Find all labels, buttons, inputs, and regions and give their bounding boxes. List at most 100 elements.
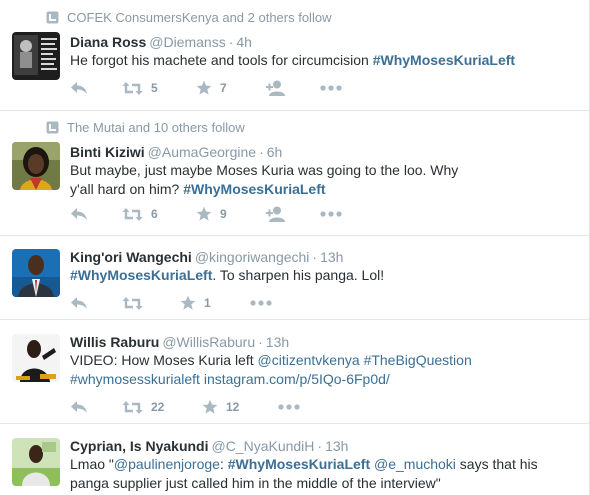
retweet-icon [122,207,143,221]
hashtag-link[interactable]: #WhyMosesKuriaLeft [228,456,370,472]
tweet-header: Cyprian, Is Nyakundi @C_NyaKundiH · 13h [70,437,348,455]
reply-button[interactable] [70,204,88,224]
more-button[interactable] [278,397,300,417]
separator: · [312,249,318,265]
avatar[interactable] [12,334,60,382]
tweet-header: King'ori Wangechi @kingoriwangechi · 13h [70,248,343,266]
star-icon [180,295,196,310]
tweet-header: Willis Raburu @WillisRaburu · 13h [70,333,289,351]
more-icon [250,300,272,306]
retweet-icon [122,81,143,95]
reply-button[interactable] [70,293,88,313]
separator: · [317,438,323,454]
avatar-image [12,334,60,382]
retweet-count: 22 [151,400,165,414]
separator: · [259,144,264,160]
fullname[interactable]: King'ori Wangechi [70,249,192,265]
favorite-count: 9 [220,207,227,221]
avatar-image [12,32,60,80]
follow-button[interactable] [266,78,288,98]
favorite-button[interactable]: 1 [180,293,211,313]
more-button[interactable] [320,204,342,224]
username[interactable]: @AumaGeorgine [148,144,256,160]
reply-icon [71,401,87,413]
follow-context-icon [46,121,59,134]
follow-icon [266,80,285,96]
reply-icon [71,82,87,94]
hashtag-link[interactable]: #WhyMosesKuriaLeft [183,181,325,197]
more-button[interactable] [320,78,342,98]
more-icon [320,211,342,217]
fullname[interactable]: Cyprian, Is Nyakundi [70,438,208,454]
avatar-image [12,142,60,190]
avatar[interactable] [12,142,60,190]
favorite-button[interactable]: 9 [196,204,227,224]
hashtag-link[interactable]: #WhyMosesKuriaLeft [70,267,212,283]
favorite-button[interactable]: 12 [202,397,239,417]
retweet-count: 6 [151,207,158,221]
tweet[interactable]: COFEK ConsumersKenya and 2 others follow… [0,0,589,111]
retweet-icon [122,400,143,414]
timestamp[interactable]: 4h [236,34,252,50]
retweet-button[interactable]: 22 [122,397,164,417]
username[interactable]: @C_NyaKundiH [211,438,314,454]
reply-icon [71,297,87,309]
fullname[interactable]: Binti Kiziwi [70,144,145,160]
tweet-text: But maybe, just maybe Moses Kuria was go… [70,162,459,197]
fullname[interactable]: Willis Raburu [70,334,159,350]
tweet-text: #WhyMosesKuriaLeft. To sharpen his panga… [70,267,385,283]
retweet-button[interactable]: 6 [122,204,158,224]
hashtag-link[interactable]: #WhyMosesKuriaLeft [373,52,515,68]
more-icon [320,85,342,91]
timestamp[interactable]: 6h [267,144,283,160]
avatar-image [12,438,60,486]
retweet-icon [122,296,143,310]
mention-link[interactable]: @paulinenjoroge [114,456,220,472]
avatar[interactable] [12,249,60,297]
favorite-count: 7 [220,81,227,95]
timestamp[interactable]: 13h [325,438,348,454]
star-icon [196,206,212,221]
favorite-count: 1 [204,296,211,310]
tweet-header: Binti Kiziwi @AumaGeorgine · 6h [70,143,282,161]
tweet-text: Lmao "@paulinenjoroge: #WhyMosesKuriaLef… [70,456,538,491]
retweet-button[interactable]: 5 [122,78,158,98]
mention-link[interactable]: @citizentvkenya [258,352,360,368]
timestamp[interactable]: 13h [266,334,289,350]
social-context[interactable]: COFEK ConsumersKenya and 2 others follow [46,10,331,26]
avatar-image [12,249,60,297]
username[interactable]: @kingoriwangechi [195,249,310,265]
tweet-text: VIDEO: How Moses Kuria left @citizentvke… [70,352,472,387]
username[interactable]: @WillisRaburu [162,334,255,350]
favorite-count: 12 [226,400,240,414]
url-link[interactable]: instagram.com/p/5IQo-6Fp0d/ [204,371,390,387]
separator: · [258,334,263,350]
reply-button[interactable] [70,397,88,417]
follow-icon [266,206,285,222]
tweet-header: Diana Ross @Diemanss · 4h [70,33,252,51]
timeline: COFEK ConsumersKenya and 2 others follow… [0,0,590,495]
follow-button[interactable] [266,204,288,224]
more-button[interactable] [250,293,272,313]
tweet[interactable]: The Mutai and 10 others follow Binti Kiz… [0,111,589,236]
tweet[interactable]: Willis Raburu @WillisRaburu · 13h VIDEO: Ho… [0,320,589,424]
avatar[interactable] [12,438,60,486]
favorite-button[interactable]: 7 [196,78,227,98]
reply-button[interactable] [70,78,88,98]
timestamp[interactable]: 13h [320,249,343,265]
hashtag-link[interactable]: #whymosesskurialeft [70,371,200,387]
fullname[interactable]: Diana Ross [70,34,146,50]
username[interactable]: @Diemanss [149,34,225,50]
star-icon [196,80,212,95]
retweet-count: 5 [151,81,158,95]
social-context[interactable]: The Mutai and 10 others follow [46,120,245,136]
star-icon [202,399,218,414]
retweet-button[interactable] [122,293,143,313]
separator: · [228,34,234,50]
mention-link[interactable]: @e_muchoki [374,456,456,472]
avatar[interactable] [12,32,60,80]
follow-context-icon [46,11,59,24]
tweet[interactable]: Cyprian, Is Nyakundi @C_NyaKundiH · 13h Lma… [0,424,589,495]
hashtag-link[interactable]: #TheBigQuestion [364,352,472,368]
tweet[interactable]: King'ori Wangechi @kingoriwangechi · 13h #W… [0,236,589,320]
